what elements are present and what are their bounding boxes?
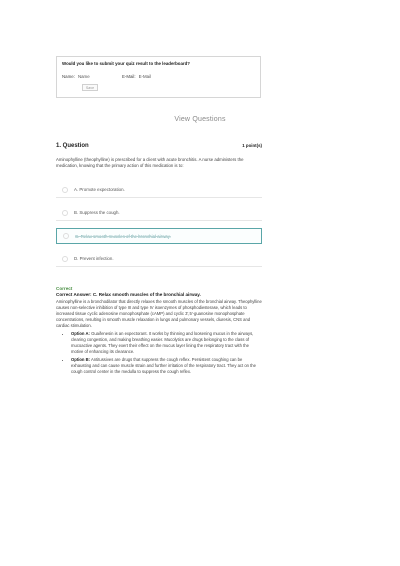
correct-answer-heading: Correct Answer: C. Relax smooth muscles … — [56, 292, 201, 297]
question-title: 1. Question — [56, 143, 89, 149]
question-points: 1 point(s) — [242, 143, 262, 148]
list-item: Option B: Antitussives are drugs that su… — [71, 357, 262, 375]
explanation-body: Aminophylline is a bronchodilator that d… — [56, 299, 262, 328]
option-head: Option B: — [71, 357, 91, 362]
leaderboard-form: Would you like to submit your quiz resul… — [56, 56, 261, 98]
answer-label: D. Prevent infection. — [74, 256, 114, 261]
answer-option-c[interactable]: C. Relax smooth muscles of the bronchial… — [56, 228, 262, 244]
explanation-bullets: Option A: Guaifenesin is an expectorant.… — [56, 331, 262, 375]
radio-icon[interactable] — [62, 255, 68, 262]
leaderboard-fields: Name: E-Mail: — [62, 73, 255, 79]
answer-label: A. Promote expectoration. — [74, 187, 125, 192]
answer-option-b[interactable]: B. Suppress the cough. — [56, 205, 262, 221]
leaderboard-title: Would you like to submit your quiz resul… — [62, 61, 190, 66]
view-questions-button[interactable]: View Questions — [0, 116, 400, 123]
option-text: Antitussives are drugs that suppress the… — [71, 357, 256, 374]
question-text: Aminophylline (theophylline) is prescrib… — [56, 157, 244, 168]
question-header: 1. Question 1 point(s) — [56, 143, 262, 153]
answer-label: C. Relax smooth muscles of the bronchial… — [75, 233, 171, 239]
answer-list: A. Promote expectoration. B. Suppress th… — [56, 182, 262, 274]
answer-label: B. Suppress the cough. — [74, 210, 120, 215]
email-field[interactable] — [138, 73, 179, 79]
name-field[interactable] — [77, 73, 118, 79]
option-head: Option A: — [71, 331, 90, 336]
answer-explanation: Correct Correct Answer: C. Relax smooth … — [56, 286, 262, 377]
email-label: E-Mail: — [121, 73, 136, 79]
save-button[interactable]: Save — [82, 84, 98, 91]
option-text: Guaifenesin is an expectorant. It works … — [71, 331, 254, 354]
radio-icon[interactable] — [62, 186, 68, 193]
answer-option-a[interactable]: A. Promote expectoration. — [56, 182, 262, 198]
page: Would you like to submit your quiz resul… — [0, 0, 400, 566]
name-label: Name: — [62, 73, 75, 79]
answer-option-d[interactable]: D. Prevent infection. — [56, 251, 262, 267]
list-item: Option A: Guaifenesin is an expectorant.… — [71, 331, 262, 355]
radio-icon[interactable] — [63, 233, 69, 239]
radio-icon[interactable] — [62, 209, 68, 216]
